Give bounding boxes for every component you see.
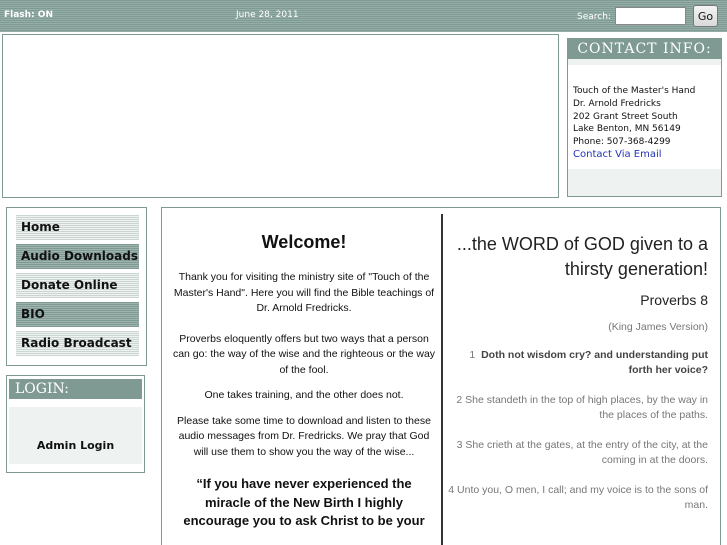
flash-status: Flash: ON [4,10,53,20]
contact-street: 202 Grant Street South [573,111,678,122]
nav-item-audio-downloads[interactable]: Audio Downloads [16,244,139,269]
search-label: Search: [577,12,611,22]
verse-number: 4 [448,484,455,496]
top-bar: Flash: ON June 28, 2011 Search: Go [0,0,727,32]
nav-item-donate-online[interactable]: Donate Online [16,273,139,298]
verse-3: 3 She crieth at the gates, at the entry … [448,438,708,468]
contact-city: Lake Benton, MN 56149 [573,124,681,135]
welcome-training: One takes training, and the other does n… [204,389,404,401]
verse-text: She standeth in the top of high places, … [465,394,708,421]
login-title: LOGIN: [9,379,142,399]
contact-phone: Phone: 507-368-4299 [573,137,671,148]
welcome-intro: Thank you for visiting the ministry site… [173,271,435,314]
verse-number: 3 [456,439,463,451]
verse-number: 2 [456,394,463,406]
verse-2: 2 She standeth in the top of high places… [448,393,708,423]
welcome-title: Welcome! [261,232,347,252]
welcome-invite: Please take some time to download and li… [177,414,431,458]
contact-info-box: CONTACT INFO: Touch of the Master's Hand… [567,38,722,197]
contact-org: Touch of the Master's Hand [573,86,696,96]
nav-item-home[interactable]: Home [16,215,139,240]
login-body: Admin Login [9,407,142,464]
welcome-column: Welcome! Thank you for visiting the mini… [172,232,436,531]
contact-info-body: Touch of the Master's Hand Dr. Arnold Fr… [568,65,721,169]
nav-item-bio[interactable]: BIO [16,302,139,327]
flash-banner-area [2,34,559,198]
verse-1: 1 Doth not wisdom cry? and understanding… [448,348,708,378]
current-date: June 28, 2011 [236,10,299,20]
scripture-book: Proverbs 8 [640,292,708,308]
contact-info-title: CONTACT INFO: [568,39,721,59]
welcome-proverbs: Proverbs eloquently offers but two ways … [172,332,436,376]
contact-email-link[interactable]: Contact Via Email [573,149,716,162]
scripture-column: ...the WORD of GOD given to a thirsty ge… [448,232,708,513]
column-divider [441,214,443,545]
verse-text: Unto you, O men, I call; and my voice is… [457,484,708,511]
welcome-quote: “If you have never experienced the mirac… [183,476,425,528]
main-nav: Home Audio Downloads Donate Online BIO R… [6,207,147,366]
main-content: Welcome! Thank you for visiting the mini… [161,207,721,545]
verse-text: She crieth at the gates, at the entry of… [465,439,708,466]
login-box: LOGIN: Admin Login [6,375,145,473]
contact-name: Dr. Arnold Fredricks [573,98,661,109]
search-go-button[interactable]: Go [693,5,718,27]
search-input[interactable] [615,7,686,25]
verse-4: 4 Unto you, O men, I call; and my voice … [448,483,708,513]
verse-text: Doth not wisdom cry? and understanding p… [481,349,708,376]
verse-number: 1 [469,349,476,361]
scripture-title: ...the WORD of GOD given to a thirsty ge… [456,234,708,279]
nav-item-radio-broadcast[interactable]: Radio Broadcast [16,331,139,356]
scripture-version: (King James Version) [608,321,708,333]
admin-login-link[interactable]: Admin Login [37,439,114,452]
